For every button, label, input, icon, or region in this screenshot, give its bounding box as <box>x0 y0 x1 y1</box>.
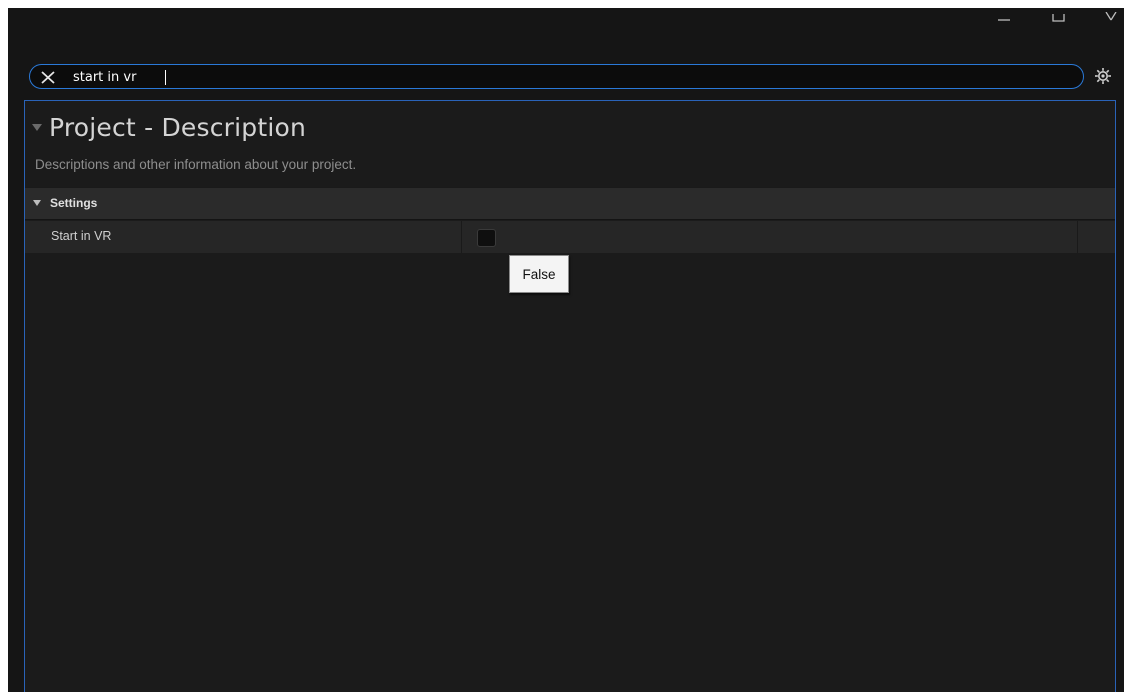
section-title: Project - Description <box>49 113 307 142</box>
start-in-vr-checkbox[interactable] <box>477 229 496 247</box>
close-icon <box>41 71 55 84</box>
project-settings-window: Project - Description Descriptions and o… <box>8 8 1124 692</box>
settings-gear-button[interactable] <box>1094 67 1112 85</box>
category-expand-arrow-icon[interactable] <box>33 200 41 206</box>
category-label: Settings <box>50 196 98 210</box>
minimize-icon <box>998 19 1010 21</box>
search-row <box>8 63 1124 95</box>
section-description: Descriptions and other information about… <box>35 157 357 172</box>
search-input[interactable] <box>73 67 973 87</box>
maximize-button[interactable] <box>1046 8 1072 22</box>
section-collapse-arrow-icon[interactable] <box>32 124 42 131</box>
close-window-button[interactable] <box>1098 8 1124 22</box>
section-header[interactable]: Project - Description Descriptions and o… <box>25 101 1115 179</box>
reset-column-divider <box>1077 221 1078 253</box>
category-settings[interactable]: Settings <box>25 187 1115 220</box>
text-caret <box>165 70 166 85</box>
minimize-button[interactable] <box>992 8 1018 22</box>
maximize-icon <box>1052 14 1065 22</box>
details-panel: Project - Description Descriptions and o… <box>24 100 1116 692</box>
title-bar <box>8 8 1124 60</box>
column-divider[interactable] <box>461 221 462 253</box>
property-name: Start in VR <box>51 229 112 243</box>
clear-search-button[interactable] <box>40 69 56 85</box>
gear-icon <box>1095 68 1111 84</box>
property-row-start-in-vr: Start in VR <box>25 221 1115 253</box>
close-icon <box>1105 12 1117 21</box>
search-box <box>29 64 1084 89</box>
checkbox-tooltip: False <box>509 255 569 293</box>
